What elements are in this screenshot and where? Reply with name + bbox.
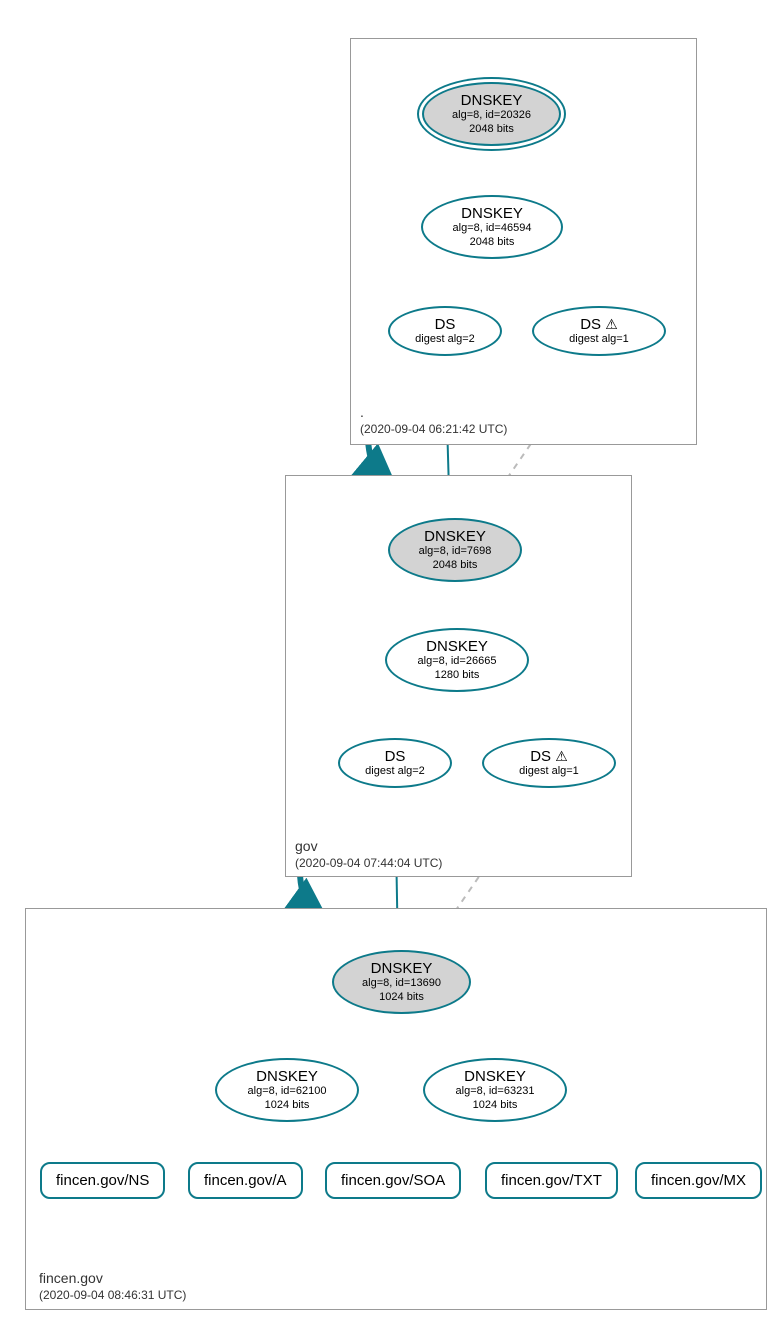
node-sub: 1024 bits xyxy=(265,1099,310,1112)
node-title: DS xyxy=(385,748,406,765)
node-sub: digest alg=1 xyxy=(519,765,579,778)
root-ksk: DNSKEY alg=8, id=20326 2048 bits xyxy=(422,82,561,146)
zone-root-timestamp: (2020-09-04 06:21:42 UTC) xyxy=(360,422,507,436)
node-title: DS ⚠ xyxy=(580,316,618,333)
rr-a: fincen.gov/A xyxy=(188,1162,303,1199)
fincen-zsk2: DNSKEY alg=8, id=63231 1024 bits xyxy=(423,1058,567,1122)
node-sub: alg=8, id=7698 xyxy=(419,545,492,558)
node-sub: alg=8, id=63231 xyxy=(456,1085,535,1098)
zone-fincen-timestamp: (2020-09-04 08:46:31 UTC) xyxy=(39,1288,186,1302)
node-title: DNSKEY xyxy=(256,1068,318,1085)
node-sub: 1280 bits xyxy=(435,669,480,682)
node-sub: alg=8, id=46594 xyxy=(453,222,532,235)
node-title: DNSKEY xyxy=(424,528,486,545)
node-title: DNSKEY xyxy=(464,1068,526,1085)
rr-txt: fincen.gov/TXT xyxy=(485,1162,618,1199)
zone-fincen-name: fincen.gov xyxy=(39,1270,103,1286)
node-title: DS ⚠ xyxy=(530,748,568,765)
node-sub: digest alg=2 xyxy=(365,765,425,778)
zone-gov-timestamp: (2020-09-04 07:44:04 UTC) xyxy=(295,856,442,870)
node-sub: 2048 bits xyxy=(470,236,515,249)
node-title: DNSKEY xyxy=(461,205,523,222)
node-sub: digest alg=1 xyxy=(569,333,629,346)
zone-root-name: . xyxy=(360,404,364,420)
gov-ds-alg2: DS digest alg=2 xyxy=(338,738,452,788)
zone-gov-name: gov xyxy=(295,838,318,854)
rr-soa: fincen.gov/SOA xyxy=(325,1162,461,1199)
node-sub: alg=8, id=13690 xyxy=(362,977,441,990)
rr-ns: fincen.gov/NS xyxy=(40,1162,165,1199)
node-sub: alg=8, id=20326 xyxy=(452,109,531,122)
warning-icon: ⚠ xyxy=(605,316,618,332)
node-sub: digest alg=2 xyxy=(415,333,475,346)
dnssec-trust-diagram: . (2020-09-04 06:21:42 UTC) DNSKEY alg=8… xyxy=(10,10,771,1330)
node-title: DNSKEY xyxy=(426,638,488,655)
gov-ds-alg1: DS ⚠ digest alg=1 xyxy=(482,738,616,788)
fincen-ksk: DNSKEY alg=8, id=13690 1024 bits xyxy=(332,950,471,1014)
node-sub: alg=8, id=26665 xyxy=(418,655,497,668)
gov-ksk: DNSKEY alg=8, id=7698 2048 bits xyxy=(388,518,522,582)
node-title: DNSKEY xyxy=(461,92,523,109)
node-sub: 1024 bits xyxy=(379,991,424,1004)
warning-icon: ⚠ xyxy=(555,748,568,764)
node-sub: 1024 bits xyxy=(473,1099,518,1112)
node-sub: 2048 bits xyxy=(469,123,514,136)
root-ds-alg1: DS ⚠ digest alg=1 xyxy=(532,306,666,356)
gov-zsk: DNSKEY alg=8, id=26665 1280 bits xyxy=(385,628,529,692)
node-sub: alg=8, id=62100 xyxy=(248,1085,327,1098)
rr-mx: fincen.gov/MX xyxy=(635,1162,762,1199)
node-title: DS xyxy=(435,316,456,333)
fincen-zsk1: DNSKEY alg=8, id=62100 1024 bits xyxy=(215,1058,359,1122)
root-zsk: DNSKEY alg=8, id=46594 2048 bits xyxy=(421,195,563,259)
root-ds-alg2: DS digest alg=2 xyxy=(388,306,502,356)
node-sub: 2048 bits xyxy=(433,559,478,572)
node-title: DNSKEY xyxy=(371,960,433,977)
